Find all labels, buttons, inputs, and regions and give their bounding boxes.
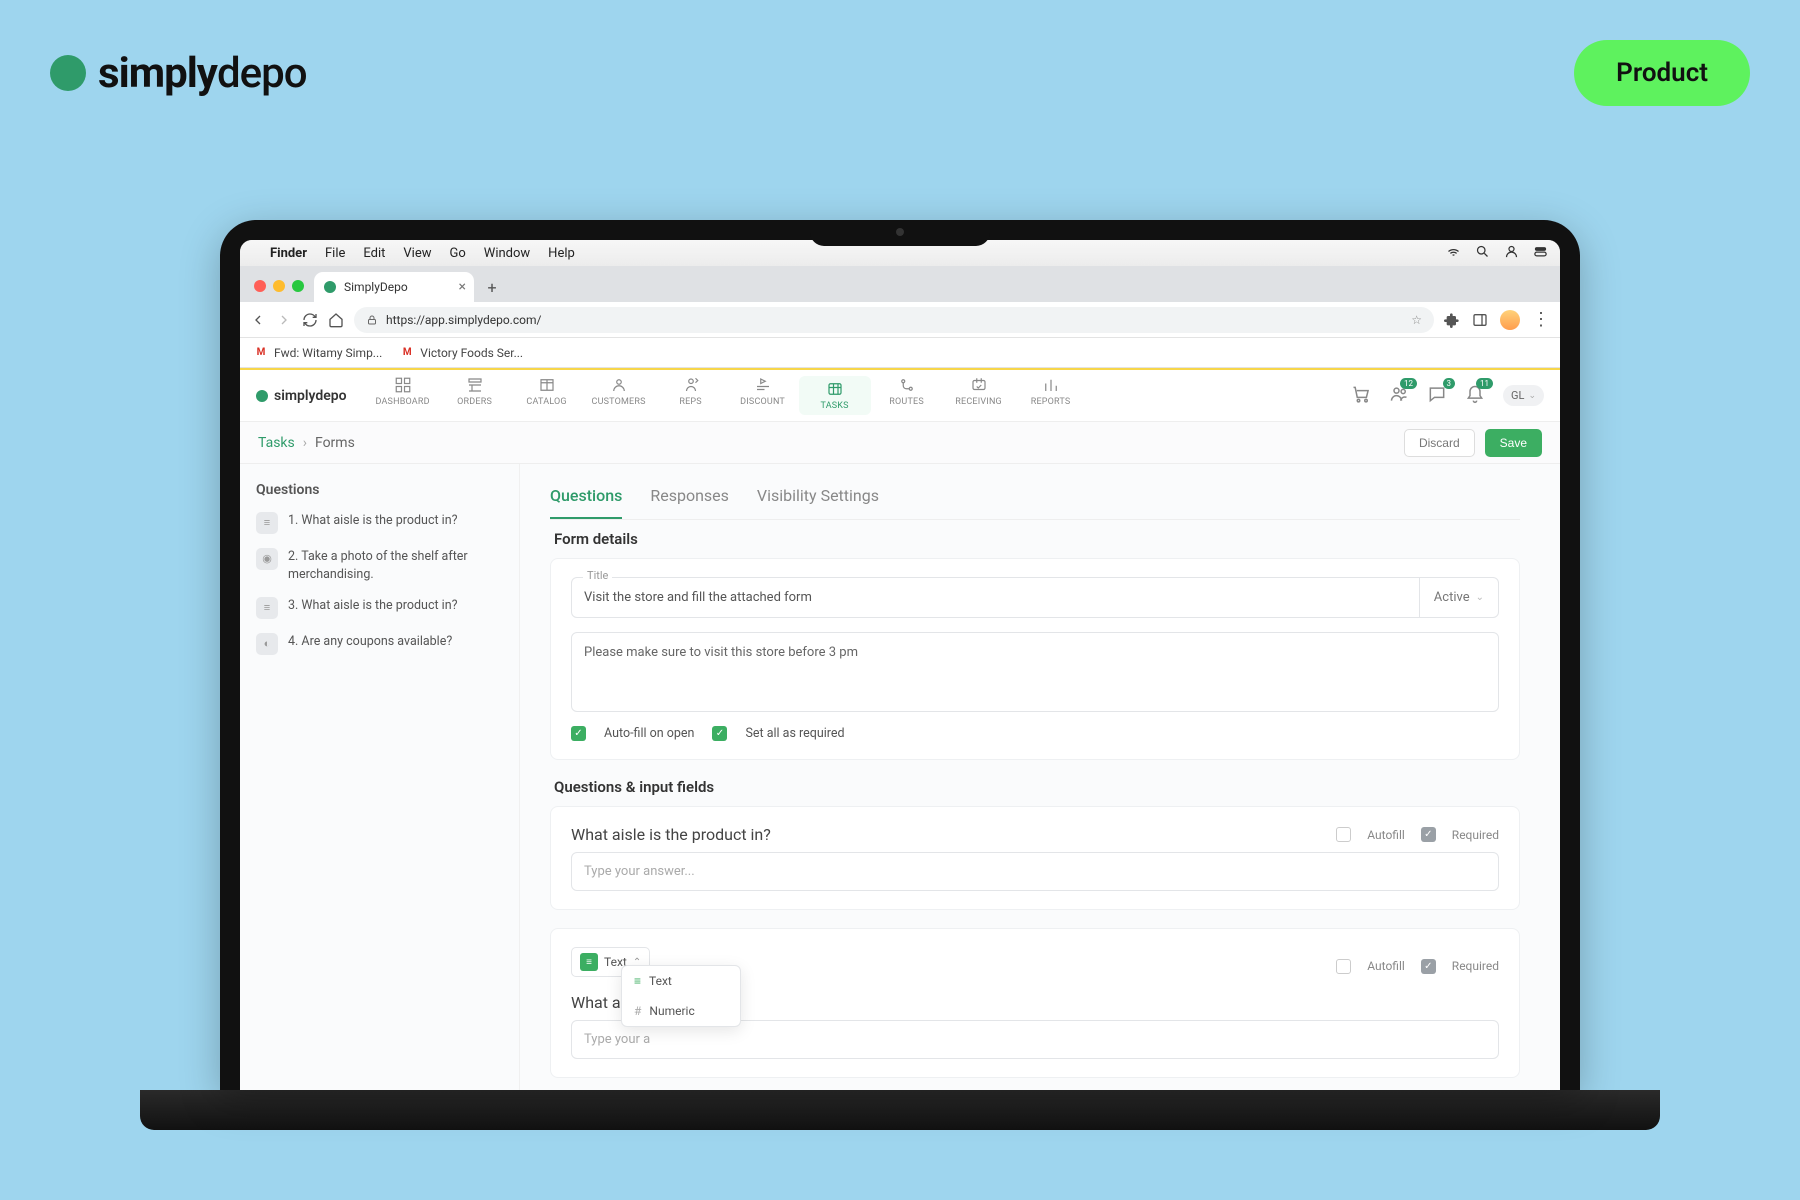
form-details-heading: Form details [554,530,1520,548]
sidebar-question-item[interactable]: ≡3. What aisle is the product in? [256,597,503,619]
tab-responses[interactable]: Responses [650,482,729,519]
bookmark-bar: MFwd: Witamy Simp... MVictory Foods Ser.… [240,338,1560,368]
tab-title: SimplyDepo [344,280,408,294]
sidebar-title: Questions [256,482,503,498]
tab-favicon [324,281,336,293]
q2-required-checkbox[interactable]: ✓ [1421,959,1436,974]
numeric-icon: # [634,1004,641,1018]
sidepanel-icon[interactable] [1472,312,1488,328]
text-icon: ≡ [634,974,641,988]
nav-reports[interactable]: REPORTS [1015,376,1087,415]
q1-answer-input[interactable]: Type your answer... [571,852,1499,891]
question-type-icon: ◐ [256,633,278,655]
menu-help[interactable]: Help [548,246,575,261]
profile-avatar[interactable] [1500,310,1520,330]
nav-catalog[interactable]: CATALOG [511,376,583,415]
nav-dashboard[interactable]: DASHBOARD [367,376,439,415]
close-tab-icon[interactable]: × [459,279,466,295]
autofill-checkbox[interactable]: ✓ [571,726,586,741]
bookmark-item[interactable]: MFwd: Witamy Simp... [254,346,382,360]
url-text: https://app.simplydepo.com/ [386,313,541,327]
menu-go[interactable]: Go [450,246,466,261]
star-icon[interactable]: ☆ [1411,313,1422,327]
q1-required-checkbox[interactable]: ✓ [1421,827,1436,842]
kebab-icon[interactable]: ⋮ [1532,309,1550,330]
menu-file[interactable]: File [325,246,345,261]
browser-tab[interactable]: SimplyDepo × [314,272,474,302]
forward-icon[interactable] [276,312,292,328]
title-label: Title [583,569,612,582]
product-pill[interactable]: Product [1574,40,1750,106]
user-menu[interactable]: GL⌄ [1503,385,1544,406]
nav-discount[interactable]: DISCOUNT [727,376,799,415]
question-type-icon: ≡ [256,597,278,619]
sidebar-question-item[interactable]: ≡1. What aisle is the product in? [256,512,503,534]
q2-autofill-checkbox[interactable] [1336,959,1351,974]
setreq-checkbox[interactable]: ✓ [712,726,727,741]
window-controls[interactable] [254,280,304,292]
wifi-icon[interactable] [1446,244,1461,263]
form-title-input[interactable]: Visit the store and fill the attached fo… [571,577,1420,618]
menu-edit[interactable]: Edit [363,246,385,261]
laptop-notch [810,220,990,246]
cart-icon[interactable] [1351,384,1371,407]
discard-button[interactable]: Discard [1404,429,1475,457]
dropdown-option-text[interactable]: ≡Text [622,966,740,996]
type-dropdown: ≡Text #Numeric [621,965,741,1027]
nav-orders[interactable]: ORDERS [439,376,511,415]
save-button[interactable]: Save [1485,429,1542,457]
breadcrumb-tasks[interactable]: Tasks [258,435,295,451]
logo-word-a: simply [98,49,217,98]
status-select[interactable]: Active⌄ [1420,577,1499,618]
url-field[interactable]: https://app.simplydepo.com/ ☆ [354,307,1434,333]
nav-reps[interactable]: REPS [655,376,727,415]
home-icon[interactable] [328,312,344,328]
laptop-base [140,1090,1660,1130]
chevron-right-icon: › [303,435,307,451]
sidebar-question-item[interactable]: ◉2. Take a photo of the shelf after merc… [256,548,503,583]
new-tab-button[interactable]: + [480,275,504,299]
menu-view[interactable]: View [403,246,431,261]
questions-heading: Questions & input fields [554,778,1520,796]
back-icon[interactable] [250,312,266,328]
control-center-icon[interactable] [1533,244,1548,263]
tab-visibility[interactable]: Visibility Settings [757,482,879,519]
logo-word-b: depo [217,49,307,98]
app-logo[interactable]: simplydepo [256,388,347,404]
team-icon[interactable]: 12 [1389,384,1409,407]
menu-window[interactable]: Window [484,246,530,261]
form-description-input[interactable]: Please make sure to visit this store bef… [571,632,1499,712]
logo-dot-icon [50,55,86,91]
breadcrumb-forms: Forms [315,435,355,451]
sidebar-question-item[interactable]: ◐4. Are any coupons available? [256,633,503,655]
question-type-icon: ≡ [256,512,278,534]
nav-routes[interactable]: ROUTES [871,376,943,415]
extensions-icon[interactable] [1444,312,1460,328]
question-type-icon: ◉ [256,548,278,570]
bell-icon[interactable]: 11 [1465,384,1485,407]
q1-autofill-checkbox[interactable] [1336,827,1351,842]
reload-icon[interactable] [302,312,318,328]
bookmark-item[interactable]: MVictory Foods Ser... [400,346,523,360]
nav-customers[interactable]: CUSTOMERS [583,376,655,415]
dropdown-option-numeric[interactable]: #Numeric [622,996,740,1026]
question-1-title[interactable]: What aisle is the product in? [571,825,1336,844]
user-icon[interactable] [1504,244,1519,263]
nav-tasks[interactable]: TASKS [799,376,871,415]
nav-receiving[interactable]: RECEIVING [943,376,1015,415]
chat-icon[interactable]: 3 [1427,384,1447,407]
browser-tab-strip: SimplyDepo × + [240,266,1560,302]
marketing-logo: simplydepo [50,49,307,98]
tab-questions[interactable]: Questions [550,482,622,519]
menu-finder[interactable]: Finder [270,246,307,261]
text-type-icon: ≡ [580,953,598,971]
search-icon[interactable] [1475,244,1490,263]
lock-icon [366,314,378,326]
